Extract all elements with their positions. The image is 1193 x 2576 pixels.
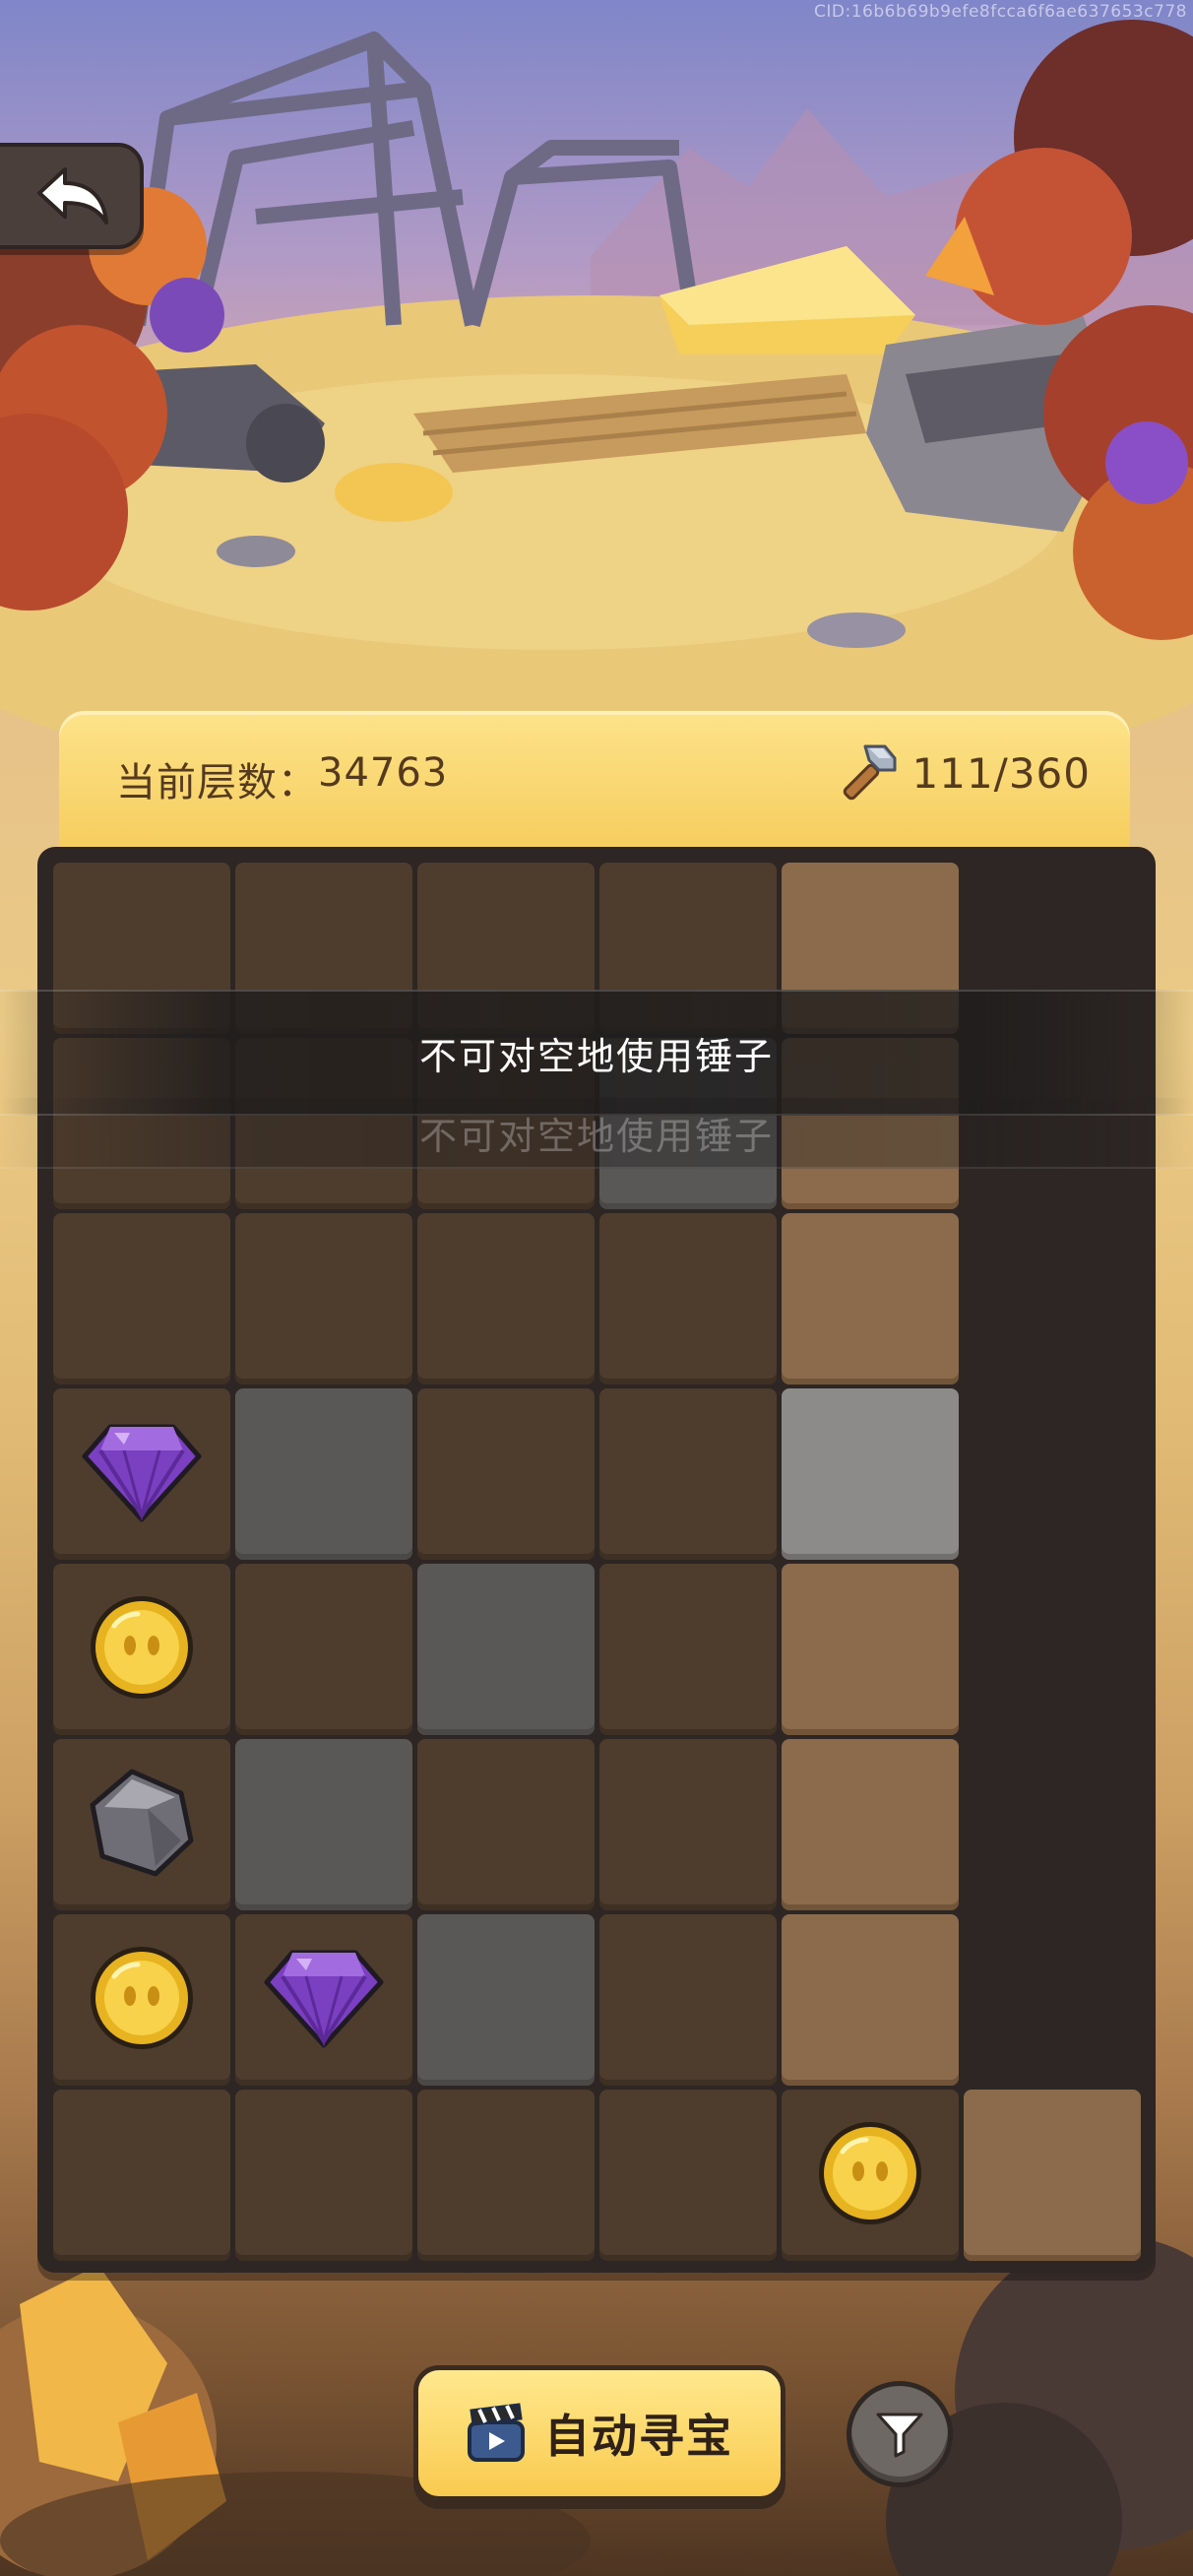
empty-cell: [964, 1213, 1141, 1385]
current-layer-value: 34763: [318, 750, 449, 796]
back-button[interactable]: [0, 143, 144, 249]
toast-message: 不可对空地使用锤子: [0, 990, 1193, 1116]
empty-cell: [964, 1564, 1141, 1735]
dig-tile-dirt[interactable]: [599, 1388, 777, 1560]
toast-message-fading: 不可对空地使用锤子: [0, 1098, 1193, 1169]
dig-tile-dirt[interactable]: [53, 1213, 230, 1385]
dig-tile-dirt[interactable]: [599, 2090, 777, 2261]
dig-tile-dirt[interactable]: [599, 1914, 777, 2086]
dig-tile-dirt[interactable]: [235, 1213, 412, 1385]
hammer-icon: [843, 744, 897, 801]
dig-tile-dirt[interactable]: [235, 1914, 412, 2086]
dig-tile-dirt[interactable]: [53, 1739, 230, 1910]
empty-cell: [964, 1739, 1141, 1910]
back-arrow-icon: [37, 167, 108, 225]
game-screen: CID:16b6b69b9efe8fcca6f6ae637653c778 当前层…: [0, 0, 1193, 2576]
dig-tile-dirt[interactable]: [417, 1388, 595, 1560]
dig-tile-sand[interactable]: [782, 1564, 959, 1735]
dig-tile-dirt[interactable]: [599, 1564, 777, 1735]
funnel-icon: [876, 2413, 923, 2458]
dig-tile-dirt[interactable]: [417, 1739, 595, 1910]
dig-tile-dirt[interactable]: [235, 1564, 412, 1735]
dig-tile-sand[interactable]: [782, 1213, 959, 1385]
dig-tile-stone[interactable]: [235, 1388, 412, 1560]
dig-tile-dirt[interactable]: [417, 1213, 595, 1385]
dig-tile-dirt[interactable]: [599, 1213, 777, 1385]
gold-coin-icon: [87, 1943, 197, 2057]
header-bar: 当前层数： 34763 111/360: [59, 711, 1130, 849]
purple-gem-icon: [263, 1947, 385, 2053]
dig-tile-stone[interactable]: [235, 1739, 412, 1910]
hammer-counter: 111/360: [836, 741, 1091, 805]
dig-tile-dirt[interactable]: [417, 2090, 595, 2261]
current-layer: 当前层数： 34763: [116, 750, 448, 807]
dig-tile-stone[interactable]: [417, 1914, 595, 2086]
empty-cell: [964, 1388, 1141, 1560]
dig-tile-dirt[interactable]: [53, 1564, 230, 1735]
auto-treasure-button[interactable]: 自动寻宝: [413, 2365, 785, 2501]
toast-text: 不可对空地使用锤子: [418, 1034, 774, 1078]
current-layer-label: 当前层数：: [116, 760, 318, 805]
gold-coin-icon: [815, 2118, 925, 2232]
gold-coin-icon: [87, 1592, 197, 1707]
dig-tile-sand[interactable]: [782, 1914, 959, 2086]
purple-gem-icon: [81, 1421, 203, 1527]
dig-tile-stone[interactable]: [417, 1564, 595, 1735]
dig-tile-dirt[interactable]: [782, 2090, 959, 2261]
dig-tile-dirt[interactable]: [53, 1388, 230, 1560]
dig-tile-dirt[interactable]: [53, 1914, 230, 2086]
toast-text-fading: 不可对空地使用锤子: [418, 1114, 774, 1158]
gray-stone-icon: [87, 1766, 197, 1884]
cid-watermark: CID:16b6b69b9efe8fcca6f6ae637653c778: [814, 2, 1187, 22]
clapperboard-icon: [468, 2403, 525, 2462]
dig-tile-dirt[interactable]: [53, 2090, 230, 2261]
dig-tile-dirt[interactable]: [235, 2090, 412, 2261]
dig-tile-lightstone[interactable]: [782, 1388, 959, 1560]
filter-button[interactable]: [847, 2381, 953, 2487]
dig-tile-dirt[interactable]: [599, 1739, 777, 1910]
auto-treasure-label: 自动寻宝: [544, 2410, 733, 2463]
dig-tile-sand[interactable]: [782, 1739, 959, 1910]
empty-cell: [964, 1914, 1141, 2086]
dig-tile-sand[interactable]: [964, 2090, 1141, 2261]
hammer-count: 111/360: [911, 748, 1091, 798]
